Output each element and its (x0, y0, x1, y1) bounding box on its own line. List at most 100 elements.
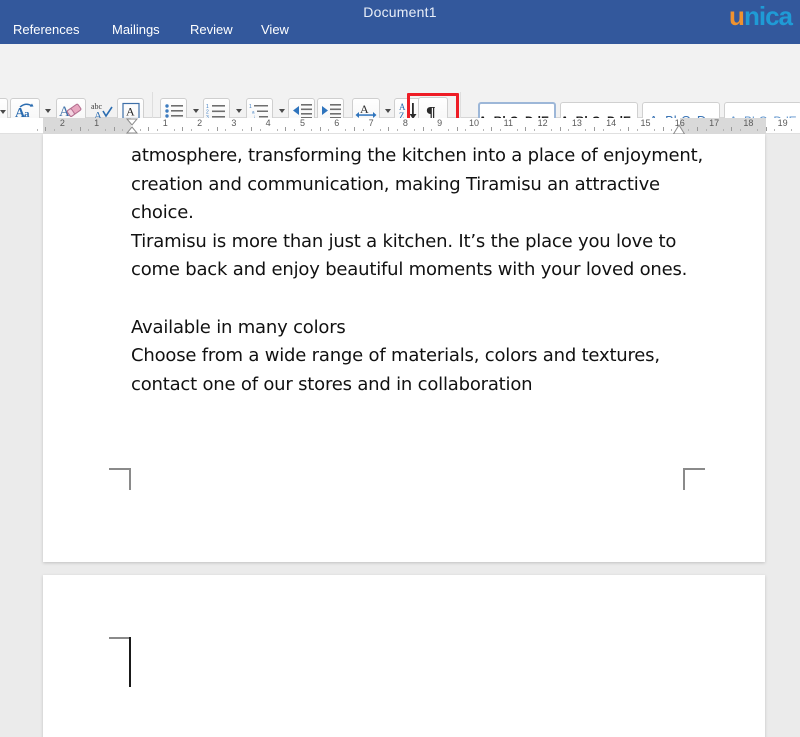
ruler-minor-tick (242, 129, 244, 131)
numbered-list-icon: 1 2 3 (206, 104, 225, 119)
ruler-tick (353, 127, 355, 131)
ruler-tick (79, 127, 81, 131)
ruler-minor-tick (585, 129, 587, 131)
unica-logo: unica (729, 1, 794, 31)
ruler-number: 17 (709, 118, 720, 128)
ruler-minor-tick (379, 129, 381, 131)
window-title: Document1 (363, 4, 437, 20)
ribbon-tab-bar: References Mailings Review View (0, 22, 800, 44)
ruler-minor-tick (362, 129, 364, 131)
ruler-minor-tick (739, 129, 741, 131)
text-direction-chevron-down-icon[interactable] (385, 109, 391, 113)
logo-letter-u: u (729, 1, 745, 31)
ruler-minor-tick (413, 129, 415, 131)
document-paragraph-3[interactable]: Available in many colors (131, 314, 711, 343)
increase-indent-icon (321, 104, 341, 119)
logo-letter-c: c (765, 1, 780, 31)
ribbon-toolbar: A a A abc A A 1 2 3 1 a i A A Z ¶ (0, 44, 800, 162)
ruler-minor-tick (208, 129, 210, 131)
horizontal-ruler[interactable]: 2 1 1 2 3 4 5 6 7 8 9 10 11 12 13 14 15 16 17 18 19 (0, 118, 800, 135)
decrease-indent-icon (292, 104, 312, 119)
ruler-minor-tick (619, 129, 621, 131)
ruler-minor-tick (551, 129, 553, 131)
ruler-minor-tick (774, 129, 776, 131)
ruler-number: 2 (197, 118, 203, 128)
document-page-1[interactable]: atmosphere, transforming the kitchen int… (43, 134, 765, 562)
page1-bottom-left-margin-mark (109, 468, 131, 490)
svg-text:a: a (252, 110, 255, 115)
ruler-minor-tick (70, 129, 72, 131)
svg-text:A: A (360, 102, 369, 116)
ruler-number: 1 (162, 118, 168, 128)
ruler-tick (731, 127, 733, 131)
ruler-number: 2 (59, 118, 65, 128)
ribbon-tab-review[interactable]: Review (190, 22, 233, 37)
ruler-minor-tick (173, 129, 175, 131)
ruler-number: 14 (606, 118, 617, 128)
document-blank-line[interactable] (131, 285, 711, 314)
ruler-number: 9 (437, 118, 443, 128)
numbering-chevron-down-icon[interactable] (236, 109, 242, 113)
svg-text:A: A (126, 105, 135, 119)
ruler-minor-tick (722, 129, 724, 131)
ruler-minor-tick (396, 129, 398, 131)
ruler-minor-tick (105, 129, 107, 131)
ruler-tick (491, 127, 493, 131)
ruler-minor-tick (156, 129, 158, 131)
multilevel-chevron-down-icon[interactable] (279, 109, 285, 113)
document-page-2[interactable] (43, 575, 765, 737)
ruler-tick (525, 127, 527, 131)
ruler-minor-tick (293, 129, 295, 131)
document-paragraph-1[interactable]: atmosphere, transforming the kitchen int… (131, 142, 711, 228)
ribbon-tab-references[interactable]: References (13, 22, 79, 37)
logo-letter-a: a (778, 1, 794, 31)
ruler-minor-tick (534, 129, 536, 131)
ruler-minor-tick (88, 129, 90, 131)
ruler-number: 13 (571, 118, 582, 128)
ruler-minor-tick (465, 129, 467, 131)
page2-top-left-margin-mark (109, 637, 131, 659)
ruler-tick (251, 127, 253, 131)
ruler-number: 15 (640, 118, 651, 128)
ruler-tick (422, 127, 424, 131)
ruler-tick (319, 127, 321, 131)
ruler-minor-tick (654, 129, 656, 131)
document-body-text[interactable]: atmosphere, transforming the kitchen int… (131, 142, 711, 399)
ruler-minor-tick (53, 129, 55, 131)
ribbon-tab-view[interactable]: View (261, 22, 289, 37)
ruler-minor-tick (499, 129, 501, 131)
ribbon-tab-mailings[interactable]: Mailings (112, 22, 160, 37)
ruler-minor-tick (259, 129, 261, 131)
ruler-minor-tick (568, 129, 570, 131)
ruler-tick (628, 127, 630, 131)
ruler-tick (113, 127, 115, 131)
ruler-minor-tick (345, 129, 347, 131)
ruler-minor-tick (311, 129, 313, 131)
ruler-minor-tick (431, 129, 433, 131)
ruler-number: 11 (503, 118, 513, 128)
ruler-minor-tick (36, 129, 38, 131)
ruler-minor-tick (705, 129, 707, 131)
ruler-minor-tick (191, 129, 193, 131)
ruler-tick (388, 127, 390, 131)
ruler-minor-tick (276, 129, 278, 131)
ruler-left-margin-shade (43, 118, 131, 134)
ruler-tick (216, 127, 218, 131)
document-paragraph-4[interactable]: Choose from a wide range of materials, c… (131, 342, 711, 399)
ruler-minor-tick (482, 129, 484, 131)
ruler-tick (559, 127, 561, 131)
document-canvas[interactable]: atmosphere, transforming the kitchen int… (0, 134, 800, 737)
page1-bottom-right-margin-mark (683, 468, 705, 490)
ruler-minor-tick (756, 129, 758, 131)
ruler-minor-tick (328, 129, 330, 131)
ruler-tick (765, 127, 767, 131)
ruler-tick (594, 127, 596, 131)
ruler-tick (456, 127, 458, 131)
ruler-tick (696, 127, 698, 131)
ruler-minor-tick (225, 129, 227, 131)
bullets-chevron-down-icon[interactable] (193, 109, 199, 113)
change-case-chevron-down-icon[interactable] (45, 109, 51, 113)
ruler-minor-tick (636, 129, 638, 131)
document-paragraph-2[interactable]: Tiramisu is more than just a kitchen. It… (131, 228, 711, 285)
left-indent-marker-icon[interactable] (124, 118, 140, 134)
